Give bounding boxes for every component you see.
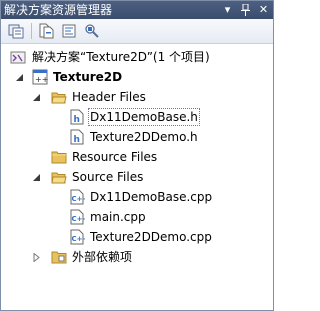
header-file-label: Dx11DemoBase.h (88, 108, 200, 126)
tree-item-header-file[interactable]: h Dx11DemoBase.h (1, 107, 273, 127)
expanded-arrow-icon[interactable] (32, 173, 41, 182)
folder-icon (51, 151, 67, 164)
resource-files-label: Resource Files (72, 150, 158, 164)
cpp-project-icon: ++ (32, 69, 48, 85)
header-files-label: Header Files (72, 90, 146, 104)
show-all-files-button[interactable] (36, 21, 56, 41)
close-button[interactable]: ✕ (257, 3, 270, 17)
view-code-icon (62, 24, 76, 38)
project-label: Texture2D (53, 70, 123, 84)
tree-item-solution[interactable]: 解决方案“Texture2D”(1 个项目) (1, 47, 273, 67)
toolbar-separator (31, 23, 32, 39)
source-files-label: Source Files (72, 170, 144, 184)
properties-icon (8, 24, 24, 39)
solution-explorer-panel: 解决方案资源管理器 ▾ ✕ 解决方案“Texture2D”(1 个项目) ++ … (0, 0, 274, 311)
cpp-file-icon: C++ (70, 209, 86, 225)
expanded-arrow-icon[interactable] (15, 73, 24, 82)
tree-item-header-files[interactable]: Header Files (1, 87, 273, 107)
collapsed-arrow-icon[interactable] (32, 253, 41, 262)
source-file-label: Dx11DemoBase.cpp (90, 190, 213, 204)
external-dependencies-label: 外部依赖项 (72, 250, 133, 264)
external-dependencies-folder-icon (51, 251, 67, 264)
source-file-label: Texture2DDemo.cpp (90, 230, 212, 244)
svg-text:C++: C++ (72, 215, 86, 223)
solution-tree: 解决方案“Texture2D”(1 个项目) ++ Texture2D Head… (1, 45, 273, 310)
header-file-icon: h (70, 129, 84, 145)
cpp-file-icon: C++ (70, 229, 86, 245)
title-buttons: ▾ ✕ (221, 1, 270, 19)
source-file-label: main.cpp (90, 210, 146, 224)
solution-explorer-toolbar (1, 19, 273, 44)
solution-icon (10, 51, 26, 64)
tree-item-source-file[interactable]: C++ Texture2DDemo.cpp (1, 227, 273, 247)
class-diagram-icon (85, 24, 99, 38)
svg-text:h: h (74, 115, 80, 125)
panel-title: 解决方案资源管理器 (4, 3, 113, 17)
folder-open-icon (51, 172, 67, 184)
tree-item-source-files[interactable]: Source Files (1, 167, 273, 187)
svg-text:++: ++ (35, 75, 48, 84)
properties-button[interactable] (6, 21, 26, 41)
svg-text:C++: C++ (72, 235, 86, 243)
show-all-files-icon (39, 23, 54, 39)
svg-text:C++: C++ (72, 195, 86, 203)
class-diagram-button[interactable] (82, 21, 102, 41)
header-file-icon: h (70, 109, 84, 125)
cpp-file-icon: C++ (70, 189, 86, 205)
tree-item-source-file[interactable]: C++ main.cpp (1, 207, 273, 227)
tree-item-resource-files[interactable]: Resource Files (1, 147, 273, 167)
solution-label: 解决方案“Texture2D”(1 个项目) (32, 50, 210, 64)
svg-text:h: h (74, 135, 80, 145)
expanded-arrow-icon[interactable] (32, 93, 41, 102)
window-position-dropdown-button[interactable]: ▾ (221, 3, 234, 17)
title-bar: 解决方案资源管理器 ▾ ✕ (1, 1, 273, 19)
tree-item-project[interactable]: ++ Texture2D (1, 67, 273, 87)
tree-item-source-file[interactable]: C++ Dx11DemoBase.cpp (1, 187, 273, 207)
auto-hide-pin-button[interactable] (239, 3, 252, 17)
tree-item-header-file[interactable]: h Texture2DDemo.h (1, 127, 273, 147)
header-file-label: Texture2DDemo.h (90, 130, 198, 144)
folder-open-icon (51, 92, 67, 104)
pin-icon (241, 4, 250, 16)
view-code-button[interactable] (59, 21, 79, 41)
tree-item-external-dependencies[interactable]: 外部依赖项 (1, 247, 273, 267)
